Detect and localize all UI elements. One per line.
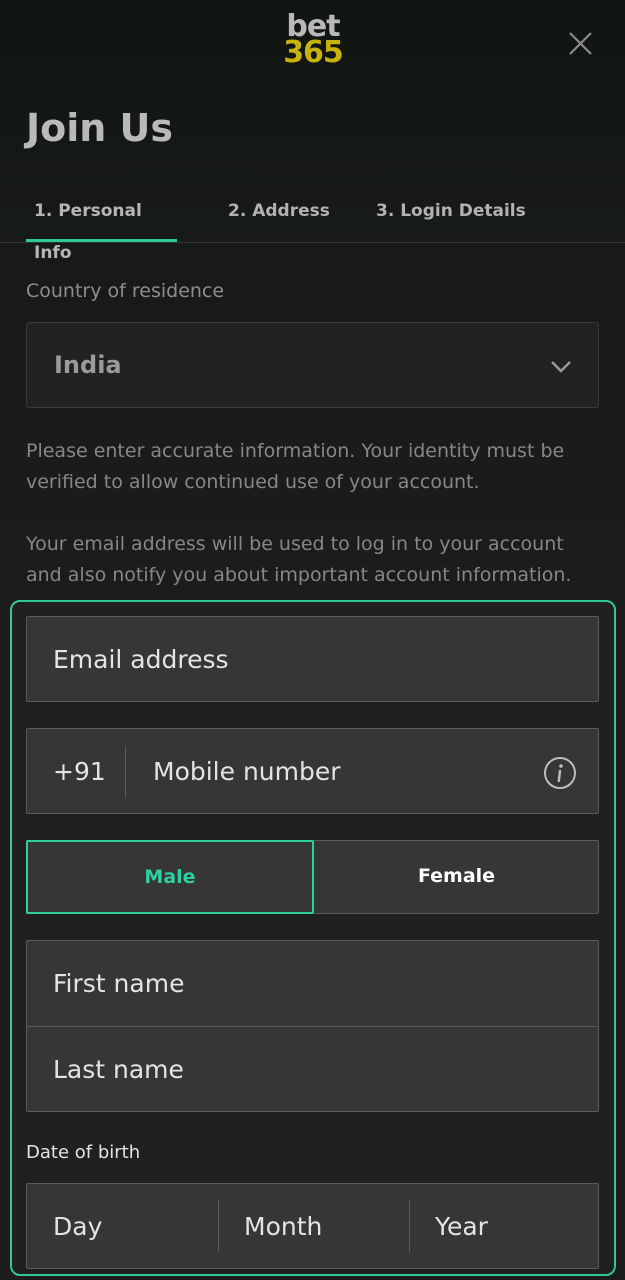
email-field[interactable]: Email address: [26, 616, 599, 702]
close-button[interactable]: [561, 24, 599, 62]
first-name-placeholder: First name: [53, 969, 185, 998]
date-of-birth-fields: Day Month Year: [26, 1183, 599, 1269]
email-info-text: Your email address will be used to log i…: [26, 533, 572, 586]
first-name-field[interactable]: First name: [27, 941, 598, 1027]
country-select[interactable]: India: [26, 322, 599, 408]
step-tabs: 1. Personal Info 2. Address 3. Login Det…: [0, 190, 625, 263]
gender-toggle: Male Female: [26, 840, 599, 914]
dob-month-select[interactable]: Month: [218, 1184, 409, 1268]
name-fields: First name Last name: [26, 940, 599, 1112]
active-tab-indicator: [26, 239, 177, 242]
close-icon: [569, 32, 592, 55]
dob-year-select[interactable]: Year: [409, 1184, 598, 1268]
tab-address[interactable]: 2. Address: [228, 190, 338, 240]
tab-login-details[interactable]: 3. Login Details: [376, 190, 536, 240]
chevron-down-icon: [551, 361, 571, 373]
tab-label: 2. Address: [228, 201, 330, 221]
bet365-logo: bet 365: [281, 12, 345, 74]
email-placeholder: Email address: [53, 645, 229, 674]
tab-label: 1. Personal Info: [34, 201, 142, 263]
info-icon[interactable]: [543, 756, 577, 790]
identity-info-text: Please enter accurate information. Your …: [26, 440, 565, 493]
mobile-placeholder: Mobile number: [153, 757, 341, 786]
last-name-field[interactable]: Last name: [27, 1027, 598, 1112]
country-code-prefix[interactable]: +91: [53, 757, 106, 786]
last-name-placeholder: Last name: [53, 1055, 184, 1084]
registration-page: bet 365 Join Us 1. Personal Info 2. Addr…: [0, 0, 625, 1280]
dob-day-placeholder: Day: [53, 1212, 103, 1241]
gender-male-option[interactable]: Male: [26, 840, 314, 914]
mobile-field[interactable]: +91 Mobile number: [26, 728, 599, 814]
logo-text-365: 365: [283, 35, 344, 70]
dob-month-placeholder: Month: [244, 1212, 323, 1241]
dob-label: Date of birth: [26, 1142, 141, 1163]
tab-personal-info[interactable]: 1. Personal Info: [26, 190, 177, 263]
dob-year-placeholder: Year: [435, 1212, 488, 1241]
tab-label: 3. Login Details: [376, 201, 526, 221]
country-value: India: [54, 351, 122, 379]
country-label: Country of residence: [26, 280, 225, 302]
dob-day-select[interactable]: Day: [27, 1184, 218, 1268]
gender-female-option[interactable]: Female: [314, 840, 599, 914]
field-divider: [125, 746, 126, 798]
page-title: Join Us: [26, 106, 174, 150]
